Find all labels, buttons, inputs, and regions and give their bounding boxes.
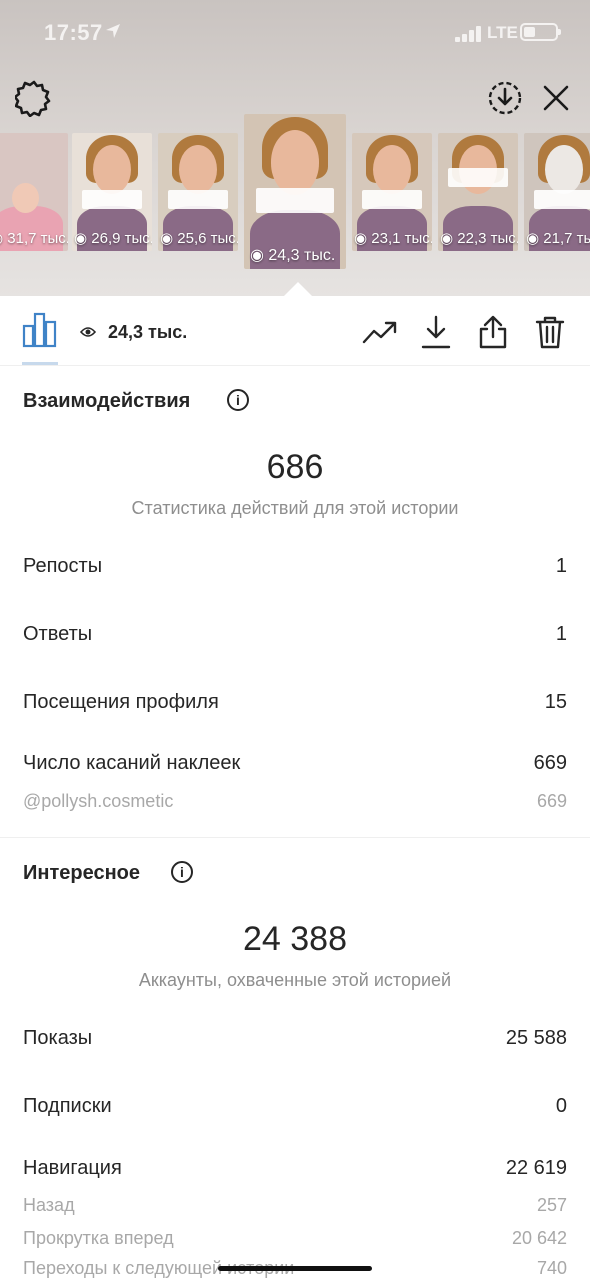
close-icon	[543, 85, 569, 111]
metric-row: Число касаний наклеек 669	[23, 752, 567, 775]
share-button[interactable]	[475, 312, 511, 352]
close-button[interactable]	[538, 78, 574, 118]
status-bar: 17:57 LTE	[0, 0, 590, 66]
gear-icon	[15, 80, 51, 117]
settings-button[interactable]	[14, 78, 54, 118]
metric-label: Число касаний наклеек	[23, 752, 241, 774]
metric-value: 20 642	[511, 1228, 567, 1248]
story-thumbnails-strip[interactable]: ◉ 31,7 тыс. ◉ 26,9 тыс. ◉ 25,6 тыс. ◉ 24…	[0, 114, 590, 274]
promote-button[interactable]	[362, 312, 398, 352]
download-icon	[421, 315, 451, 349]
download-button[interactable]	[418, 312, 454, 352]
discovery-subtitle: Аккаунты, охваченные этой историей	[138, 970, 452, 990]
insights-panel: 24,3 тыс. Взаимодействия i 686 Статистик…	[0, 296, 590, 1280]
thumbnail-views: ◉ 24,3 тыс.	[250, 247, 336, 264]
status-time: 17:57	[44, 20, 103, 45]
thumbnail-views: ◉ 26,9 тыс.	[74, 230, 152, 247]
location-arrow-icon	[106, 24, 120, 38]
story-thumbnail[interactable]: ◉ 25,6 тыс.	[158, 133, 238, 251]
metric-subrow: Назад 257	[23, 1195, 567, 1216]
metric-value: 0	[555, 1095, 567, 1117]
metric-value: 1	[555, 555, 567, 577]
signal-icon	[455, 26, 481, 42]
metric-value: 25 588	[505, 1027, 567, 1049]
metric-value: 669	[536, 791, 567, 811]
save-story-button[interactable]	[485, 78, 525, 118]
metric-value: 15	[544, 691, 567, 713]
trash-icon	[535, 316, 565, 349]
interactions-title: Взаимодействия	[23, 390, 191, 412]
thumbnail-views: ◉ 21,7 тыс.	[526, 230, 590, 247]
thumbnail-views: ◉ 22,3 тыс.	[440, 230, 518, 247]
delete-button[interactable]	[532, 312, 568, 352]
metric-row: Показы 25 588	[23, 1027, 567, 1050]
metric-label: Прокрутка вперед	[23, 1228, 174, 1248]
metric-value: 669	[533, 752, 567, 774]
metric-value: 22 619	[505, 1157, 567, 1179]
story-thumbnail[interactable]: ◉ 31,7 тыс.	[0, 133, 68, 251]
story-preview-header: 17:57 LTE ◉ 31,7 тыс.	[0, 0, 590, 296]
metric-value: 1	[555, 623, 567, 645]
story-thumbnail[interactable]: ◉ 23,1 тыс.	[352, 133, 432, 251]
viewers-count[interactable]: 24,3 тыс.	[108, 322, 187, 343]
story-thumbnail-selected[interactable]: ◉ 24,3 тыс.	[244, 114, 346, 269]
selection-pointer	[284, 282, 312, 296]
interactions-total: 686	[266, 448, 324, 486]
metric-row: Ответы 1	[23, 623, 567, 646]
share-icon	[479, 315, 507, 349]
metric-value: 740	[536, 1258, 567, 1278]
metric-label: Посещения профиля	[23, 691, 219, 713]
metric-subrow: Прокрутка вперед 20 642	[23, 1228, 567, 1249]
insights-tab[interactable]	[22, 312, 58, 353]
metric-label: Репосты	[23, 555, 103, 577]
metric-row: Репосты 1	[23, 555, 567, 578]
story-thumbnail[interactable]: ◉ 26,9 тыс.	[72, 133, 152, 251]
metric-label: Ответы	[23, 623, 93, 645]
metric-row: Подписки 0	[23, 1095, 567, 1118]
metric-label: Подписки	[23, 1095, 112, 1117]
metric-subrow[interactable]: @pollysh.cosmetic 669	[23, 791, 567, 812]
battery-icon	[520, 23, 561, 41]
metric-value: 257	[536, 1195, 567, 1215]
home-indicator[interactable]	[218, 1266, 372, 1271]
bar-chart-icon	[22, 312, 57, 348]
discovery-title: Интересное	[23, 862, 140, 884]
interactions-subtitle: Статистика действий для этой истории	[131, 498, 459, 518]
metric-label: Навигация	[23, 1157, 122, 1179]
story-thumbnail[interactable]: ◉ 22,3 тыс.	[438, 133, 518, 251]
section-divider	[0, 837, 590, 838]
eye-icon	[80, 327, 96, 337]
active-tab-indicator	[22, 362, 58, 365]
thumbnail-views: ◉ 31,7 тыс.	[0, 230, 68, 247]
trending-up-icon	[362, 321, 397, 344]
download-circle-icon	[488, 81, 522, 115]
metric-row: Посещения профиля 15	[23, 691, 567, 714]
metric-row: Навигация 22 619	[23, 1157, 567, 1180]
network-type: LTE	[487, 23, 518, 42]
metric-label: Показы	[23, 1027, 93, 1049]
metric-label: Назад	[23, 1195, 75, 1215]
info-icon[interactable]: i	[171, 861, 193, 883]
info-icon[interactable]: i	[227, 389, 249, 411]
discovery-total: 24 388	[243, 920, 347, 958]
story-thumbnail[interactable]: ◉ 21,7 тыс.	[524, 133, 590, 251]
insights-toolbar: 24,3 тыс.	[0, 296, 590, 366]
thumbnail-views: ◉ 23,1 тыс.	[354, 230, 432, 247]
metric-label: @pollysh.cosmetic	[23, 791, 174, 811]
thumbnail-views: ◉ 25,6 тыс.	[160, 230, 238, 247]
